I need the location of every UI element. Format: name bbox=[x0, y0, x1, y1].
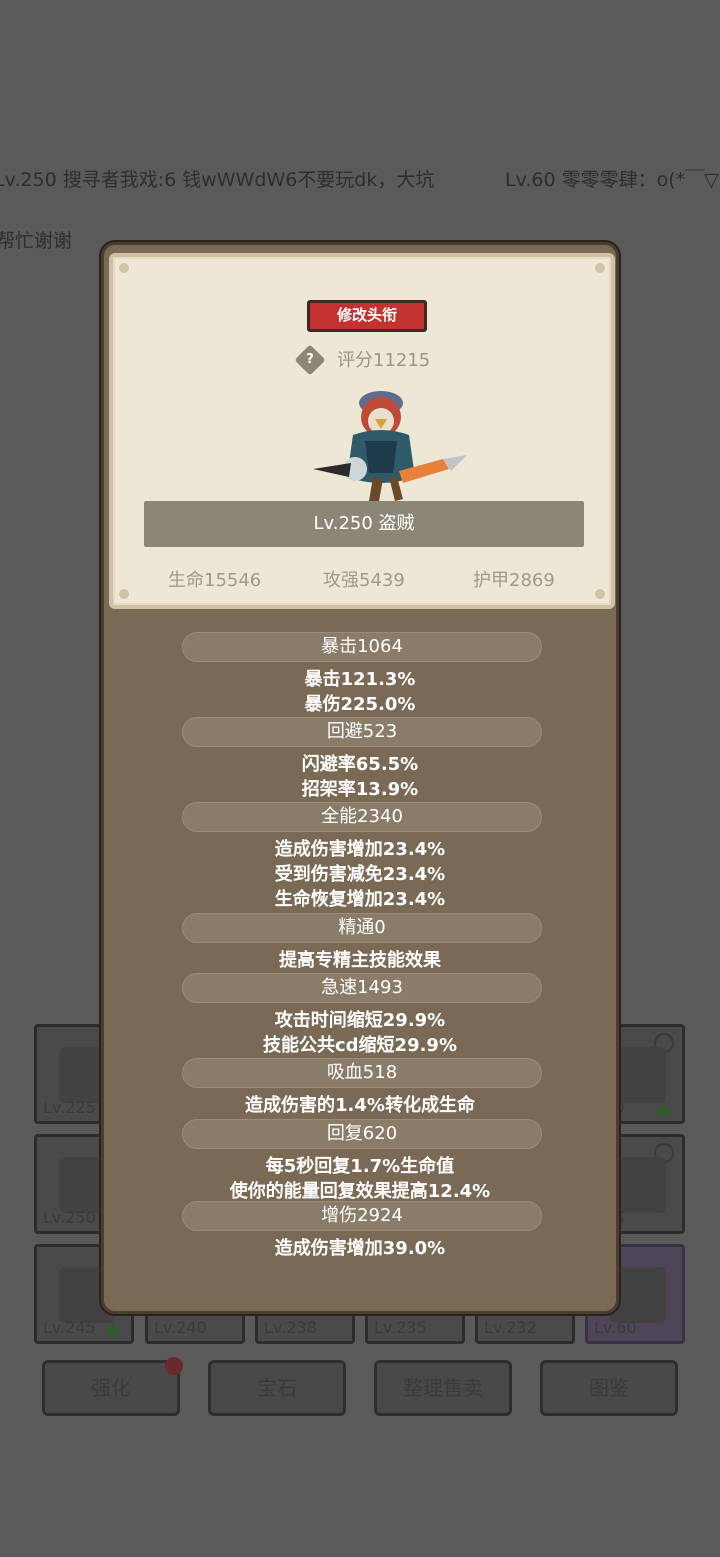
stat-detail: 造成伤害的1.4%转化成生命 bbox=[245, 1095, 475, 1116]
corner-rivet bbox=[119, 263, 129, 273]
corner-rivet bbox=[119, 589, 129, 599]
stat-header-mastery: 精通0 bbox=[182, 913, 542, 943]
sort-sell-button-label: 整理售卖 bbox=[403, 1376, 483, 1400]
stat-header-versatility: 全能2340 bbox=[182, 802, 542, 832]
stat-header-damage-bonus: 增伤2924 bbox=[182, 1201, 542, 1231]
stat-detail: 使你的能量回复效果提高12.4% bbox=[229, 1181, 491, 1202]
stat-detail: 提高专精主技能效果 bbox=[279, 950, 441, 971]
gem-button-label: 宝石 bbox=[257, 1376, 297, 1400]
stat-detail: 闪避率65.5% bbox=[301, 754, 419, 775]
slot-level: Lv.60 bbox=[594, 1318, 637, 1337]
level-class-banner: Lv.250 盗贼 bbox=[144, 501, 584, 547]
codex-button[interactable]: 图鉴 bbox=[540, 1360, 678, 1416]
hp-stat: 生命15546 bbox=[168, 570, 262, 591]
stat-detail: 暴击121.3% bbox=[304, 669, 416, 690]
chat-message: Lv.250 搜寻者我戏:6 钱wWWdW6不要玩dk，大坑 bbox=[0, 169, 435, 191]
enhance-button[interactable]: 强化 ! bbox=[42, 1357, 183, 1416]
sort-sell-button[interactable]: 整理售卖 bbox=[374, 1360, 512, 1416]
edit-title-button[interactable]: 修改头衔 bbox=[307, 300, 427, 332]
corner-rivet bbox=[595, 263, 605, 273]
codex-button-label: 图鉴 bbox=[589, 1376, 629, 1400]
stat-header-avoidance: 回避523 bbox=[182, 717, 542, 747]
attack-stat: 攻强5439 bbox=[323, 570, 405, 591]
slot-level: Lv.240 bbox=[154, 1318, 207, 1337]
stat-detail: 招架率13.9% bbox=[301, 779, 419, 800]
corner-rivet bbox=[595, 589, 605, 599]
stat-detail: 每5秒回复1.7%生命值 bbox=[265, 1156, 455, 1177]
stat-header-regen: 回复620 bbox=[182, 1119, 542, 1149]
armor-stat: 护甲2869 bbox=[473, 570, 555, 591]
character-card: 修改头衔 ? 评分11215 Lv.250 盗贼 生命15546 攻强5439 … bbox=[109, 253, 615, 609]
gem-button[interactable]: 宝石 bbox=[208, 1360, 346, 1416]
stat-header-crit: 暴击1064 bbox=[182, 632, 542, 662]
stat-header-haste: 急速1493 bbox=[182, 973, 542, 1003]
slot-level: Lv.245 bbox=[43, 1318, 96, 1337]
rogue-character-icon bbox=[313, 391, 467, 501]
character-stats-panel: 修改头衔 ? 评分11215 Lv.250 盗贼 生命15546 攻强5439 … bbox=[101, 242, 619, 1314]
stat-detail: 技能公共cd缩短29.9% bbox=[262, 1035, 457, 1056]
slot-level: Lv.250 bbox=[43, 1208, 96, 1227]
stat-detail: 生命恢复增加23.4% bbox=[274, 889, 446, 910]
stat-header-leech: 吸血518 bbox=[182, 1058, 542, 1088]
upgrade-arrow-icon bbox=[656, 1103, 672, 1115]
slot-level: Lv.238 bbox=[264, 1318, 317, 1337]
stat-detail: 攻击时间缩短29.9% bbox=[274, 1010, 446, 1031]
slot-level: Lv.225 bbox=[43, 1098, 96, 1117]
stat-detail: 暴伤225.0% bbox=[304, 694, 416, 715]
chat-message: Lv.60 零零零肆：o(*￣▽ bbox=[505, 169, 719, 191]
enhance-button-label: 强化 bbox=[91, 1376, 131, 1400]
help-icon[interactable]: ? bbox=[294, 344, 326, 376]
stat-detail: 受到伤害减免23.4% bbox=[274, 864, 446, 885]
upgrade-arrow-icon bbox=[105, 1323, 121, 1335]
slot-level: Lv.232 bbox=[484, 1318, 537, 1337]
chat-message: 帮忙谢谢 bbox=[0, 230, 73, 252]
help-icon-glyph: ? bbox=[306, 352, 314, 367]
score-label: 评分11215 bbox=[337, 350, 431, 371]
alert-badge-icon: ! bbox=[165, 1357, 183, 1375]
slot-level: Lv.235 bbox=[374, 1318, 427, 1337]
stat-detail: 造成伤害增加23.4% bbox=[274, 839, 446, 860]
stat-detail: 造成伤害增加39.0% bbox=[274, 1238, 446, 1259]
